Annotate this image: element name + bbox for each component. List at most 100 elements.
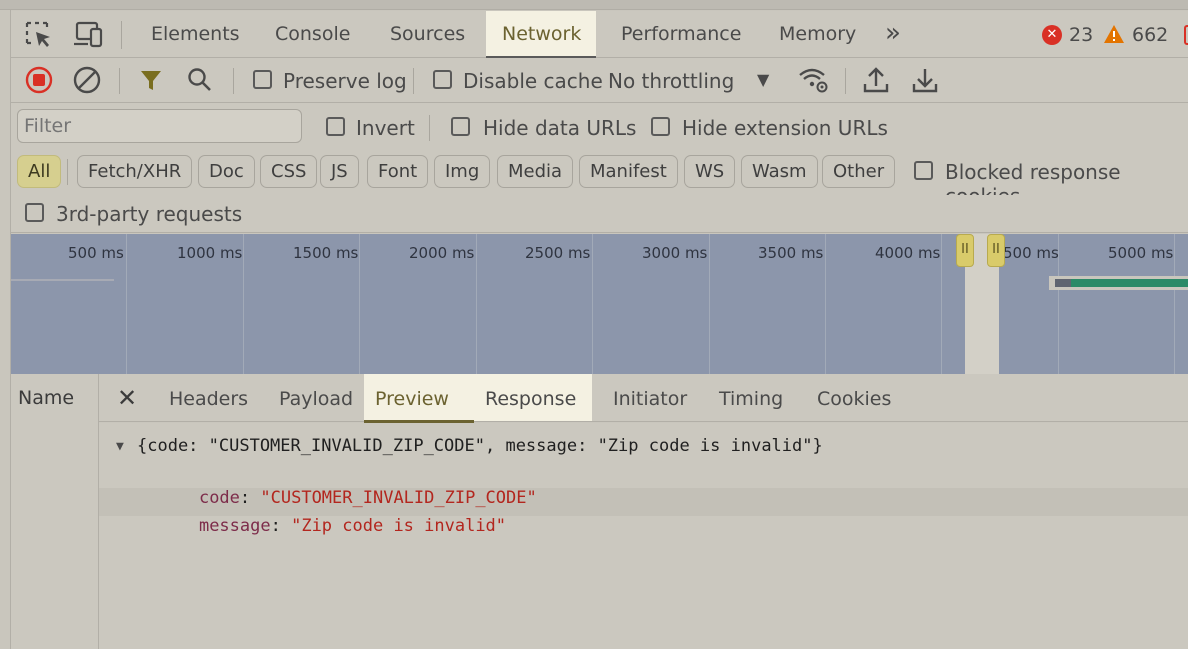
timeline-right-handle[interactable]: II — [987, 234, 1005, 267]
json-string-value: "Zip code is invalid" — [291, 516, 507, 536]
timeline-gridline — [592, 234, 593, 374]
timeline-tick-label: 1500 ms — [293, 244, 359, 262]
name-column-header[interactable]: Name — [11, 374, 99, 422]
tab-cookies[interactable]: Cookies — [806, 374, 902, 421]
import-har-upload-icon[interactable] — [863, 66, 889, 94]
more-tabs-chevron-icon[interactable]: » — [869, 11, 917, 57]
preview-panel: ▼ {code: "CUSTOMER_INVALID_ZIP_CODE", me… — [99, 423, 1188, 649]
type-chip-css[interactable]: CSS — [260, 155, 318, 188]
divider — [233, 68, 234, 94]
timeline-left-handle[interactable]: II — [956, 234, 974, 267]
third-party-filter-row: 3rd-party requests — [11, 195, 1188, 233]
filter-input[interactable] — [17, 109, 302, 143]
type-chip-all[interactable]: All — [17, 155, 62, 188]
network-conditions-icon[interactable] — [797, 66, 829, 94]
error-count[interactable]: 23 — [1069, 23, 1093, 47]
request-name-column: Name — [11, 374, 99, 649]
issues-indicator[interactable] — [1184, 25, 1188, 45]
resource-type-filter: All Fetch/XHR Doc CSS JS Font Img Media … — [11, 149, 1188, 208]
expand-toggle-triangle-icon[interactable]: ▼ — [116, 435, 124, 459]
divider — [67, 159, 68, 185]
tab-network[interactable]: Network — [486, 11, 596, 59]
third-party-requests-label[interactable]: 3rd-party requests — [56, 202, 242, 226]
timeline-tick-label: 2000 ms — [409, 244, 475, 262]
type-chip-font[interactable]: Font — [367, 155, 429, 188]
third-party-requests-checkbox[interactable] — [25, 203, 44, 222]
tab-sources[interactable]: Sources — [374, 11, 481, 57]
type-chip-ws[interactable]: WS — [684, 155, 736, 188]
close-icon[interactable]: ✕ — [117, 383, 137, 413]
hide-data-urls-checkbox[interactable] — [451, 117, 470, 136]
type-chip-other[interactable]: Other — [822, 155, 896, 188]
preserve-log-checkbox[interactable] — [253, 70, 272, 89]
tab-response[interactable]: Response — [474, 374, 592, 421]
json-field-message[interactable]: message: "Zip code is invalid" — [158, 490, 506, 562]
tab-initiator[interactable]: Initiator — [602, 374, 698, 421]
divider — [429, 115, 430, 141]
export-har-download-icon[interactable] — [912, 66, 938, 94]
type-chip-manifest[interactable]: Manifest — [579, 155, 678, 188]
divider — [413, 68, 414, 94]
hide-data-urls-label[interactable]: Hide data URLs — [483, 116, 636, 140]
tab-headers[interactable]: Headers — [158, 374, 259, 421]
timeline-tick-label: 4000 ms — [875, 244, 941, 262]
device-toolbar-icon[interactable] — [73, 20, 105, 50]
type-chip-wasm[interactable]: Wasm — [741, 155, 818, 188]
timeline-tick-label: 3500 ms — [758, 244, 824, 262]
timeline-gridline — [243, 234, 244, 374]
preserve-log-label[interactable]: Preserve log — [283, 69, 407, 93]
hide-extension-urls-label[interactable]: Hide extension URLs — [682, 116, 888, 140]
window-top-strip — [0, 0, 1188, 10]
tab-memory[interactable]: Memory — [763, 11, 872, 57]
divider — [845, 68, 846, 94]
disable-cache-checkbox[interactable] — [433, 70, 452, 89]
warning-count[interactable]: 662 — [1132, 23, 1168, 47]
hide-extension-urls-checkbox[interactable] — [651, 117, 670, 136]
json-object-summary[interactable]: {code: "CUSTOMER_INVALID_ZIP_CODE", mess… — [137, 434, 823, 458]
timeline-tick-label: 500 ms — [1003, 244, 1059, 262]
type-chip-doc[interactable]: Doc — [198, 155, 255, 188]
type-chip-js[interactable]: JS — [320, 155, 359, 188]
type-chip-img[interactable]: Img — [434, 155, 491, 188]
tab-payload[interactable]: Payload — [268, 374, 364, 421]
search-icon[interactable] — [187, 67, 213, 93]
invert-checkbox[interactable] — [326, 117, 345, 136]
invert-label[interactable]: Invert — [356, 116, 415, 140]
timeline-gridline — [126, 234, 127, 374]
timeline-gridline — [1174, 234, 1175, 374]
error-icon[interactable]: ✕ — [1042, 25, 1062, 45]
filter-icon[interactable] — [139, 68, 163, 92]
timeline-gridline — [825, 234, 826, 374]
tab-performance[interactable]: Performance — [605, 11, 757, 57]
filter-bar: Invert Hide data URLs Hide extension URL… — [11, 103, 1188, 149]
throttling-select[interactable]: No throttling — [608, 69, 734, 93]
type-chip-media[interactable]: Media — [497, 155, 574, 188]
tab-console[interactable]: Console — [259, 11, 366, 57]
network-overview-timeline[interactable]: 500 ms 1000 ms 1500 ms 2000 ms 2500 ms 3… — [11, 234, 1188, 374]
timeline-tick-label: 1000 ms — [177, 244, 243, 262]
timeline-gridline — [359, 234, 360, 374]
tab-timing[interactable]: Timing — [708, 374, 794, 421]
tab-elements[interactable]: Elements — [135, 11, 256, 57]
warning-icon[interactable] — [1103, 24, 1125, 44]
timeline-gridline — [941, 234, 942, 374]
timeline-tick-label: 3000 ms — [642, 244, 708, 262]
network-toolbar: Preserve log Disable cache No throttling… — [11, 58, 1188, 103]
disable-cache-label[interactable]: Disable cache — [463, 69, 603, 93]
timeline-tick-label: 2500 ms — [525, 244, 591, 262]
timeline-request-bar-download — [1071, 279, 1188, 287]
divider — [121, 21, 122, 49]
tab-preview[interactable]: Preview — [364, 374, 474, 423]
timeline-gridline — [709, 234, 710, 374]
timeline-tick-label: 500 ms — [68, 244, 124, 262]
json-key: message — [198, 516, 271, 536]
throttling-chevron-down-icon[interactable]: ▼ — [757, 68, 769, 92]
devtools-tab-bar: Elements Console Sources Network Perform… — [11, 11, 1188, 59]
stop-recording-icon[interactable] — [25, 66, 53, 94]
clear-icon[interactable] — [73, 66, 101, 94]
blocked-response-cookies-checkbox[interactable] — [914, 161, 933, 180]
request-detail-tab-bar: ✕ Headers Payload Preview Response Initi… — [99, 374, 1188, 423]
timeline-gridline — [476, 234, 477, 374]
inspect-element-icon[interactable] — [25, 21, 53, 49]
type-chip-fetch-xhr[interactable]: Fetch/XHR — [77, 155, 193, 188]
